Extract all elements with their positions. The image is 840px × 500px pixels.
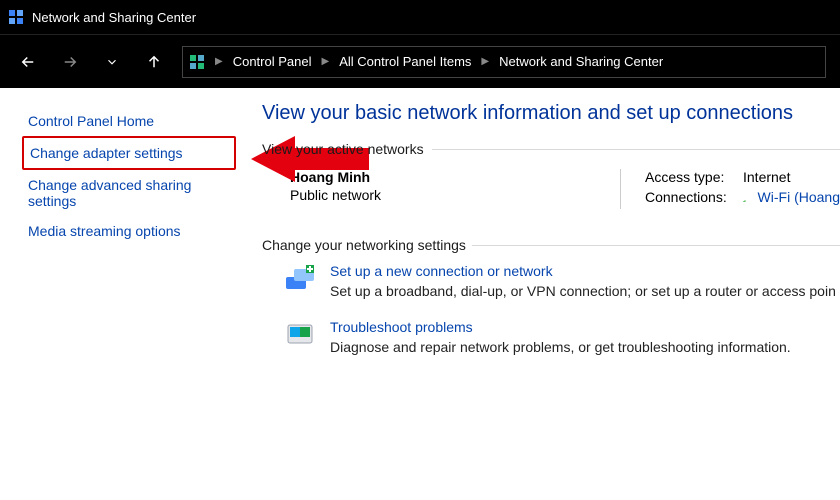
- network-type: Public network: [290, 187, 560, 203]
- settings-item-troubleshoot: Troubleshoot problems Diagnose and repai…: [284, 319, 840, 355]
- access-type-value: Internet: [743, 169, 790, 185]
- new-connection-desc: Set up a broadband, dial-up, or VPN conn…: [330, 283, 836, 299]
- networking-settings-label: Change your networking settings: [262, 237, 840, 253]
- troubleshoot-link[interactable]: Troubleshoot problems: [330, 319, 473, 335]
- breadcrumb[interactable]: ▶ Control Panel ▶ All Control Panel Item…: [182, 46, 826, 78]
- sidebar-item-change-advanced-sharing[interactable]: Change advanced sharing settings: [22, 170, 236, 216]
- breadcrumb-item[interactable]: Network and Sharing Center: [495, 54, 667, 69]
- settings-item-new-connection: Set up a new connection or network Set u…: [284, 263, 840, 299]
- troubleshoot-icon: [284, 319, 316, 351]
- sidebar: Control Panel Home Change adapter settin…: [0, 88, 250, 500]
- access-type-label: Access type:: [645, 169, 735, 185]
- up-button[interactable]: [140, 48, 168, 76]
- main-panel: View your basic network information and …: [250, 88, 840, 500]
- breadcrumb-item[interactable]: All Control Panel Items: [335, 54, 475, 69]
- navigation-bar: ▶ Control Panel ▶ All Control Panel Item…: [0, 34, 840, 88]
- sidebar-item-change-adapter-settings[interactable]: Change adapter settings: [22, 136, 236, 170]
- window-title: Network and Sharing Center: [32, 10, 196, 25]
- sidebar-item-control-panel-home[interactable]: Control Panel Home: [22, 106, 236, 136]
- new-connection-icon: [284, 263, 316, 295]
- chevron-right-icon: ▶: [481, 56, 489, 67]
- chevron-right-icon: ▶: [321, 56, 329, 67]
- active-network-block: Hoang Minh Public network Access type: I…: [290, 169, 840, 209]
- back-button[interactable]: [14, 48, 42, 76]
- chevron-right-icon: ▶: [215, 56, 223, 67]
- connection-link[interactable]: Wi-Fi (Hoang: [758, 189, 840, 205]
- new-connection-link[interactable]: Set up a new connection or network: [330, 263, 553, 279]
- sidebar-item-media-streaming[interactable]: Media streaming options: [22, 216, 236, 246]
- forward-button[interactable]: [56, 48, 84, 76]
- breadcrumb-item[interactable]: Control Panel: [229, 54, 316, 69]
- control-panel-icon: [189, 54, 205, 70]
- titlebar: Network and Sharing Center: [0, 0, 840, 34]
- troubleshoot-desc: Diagnose and repair network problems, or…: [330, 339, 791, 355]
- recent-dropdown[interactable]: [98, 48, 126, 76]
- page-title: View your basic network information and …: [262, 102, 840, 125]
- active-networks-label: View your active networks: [262, 141, 840, 157]
- network-center-icon: [8, 9, 24, 25]
- network-name: Hoang Minh: [290, 169, 560, 185]
- wifi-signal-icon: [743, 189, 746, 201]
- connections-label: Connections:: [645, 189, 735, 205]
- content-area: Control Panel Home Change adapter settin…: [0, 88, 840, 500]
